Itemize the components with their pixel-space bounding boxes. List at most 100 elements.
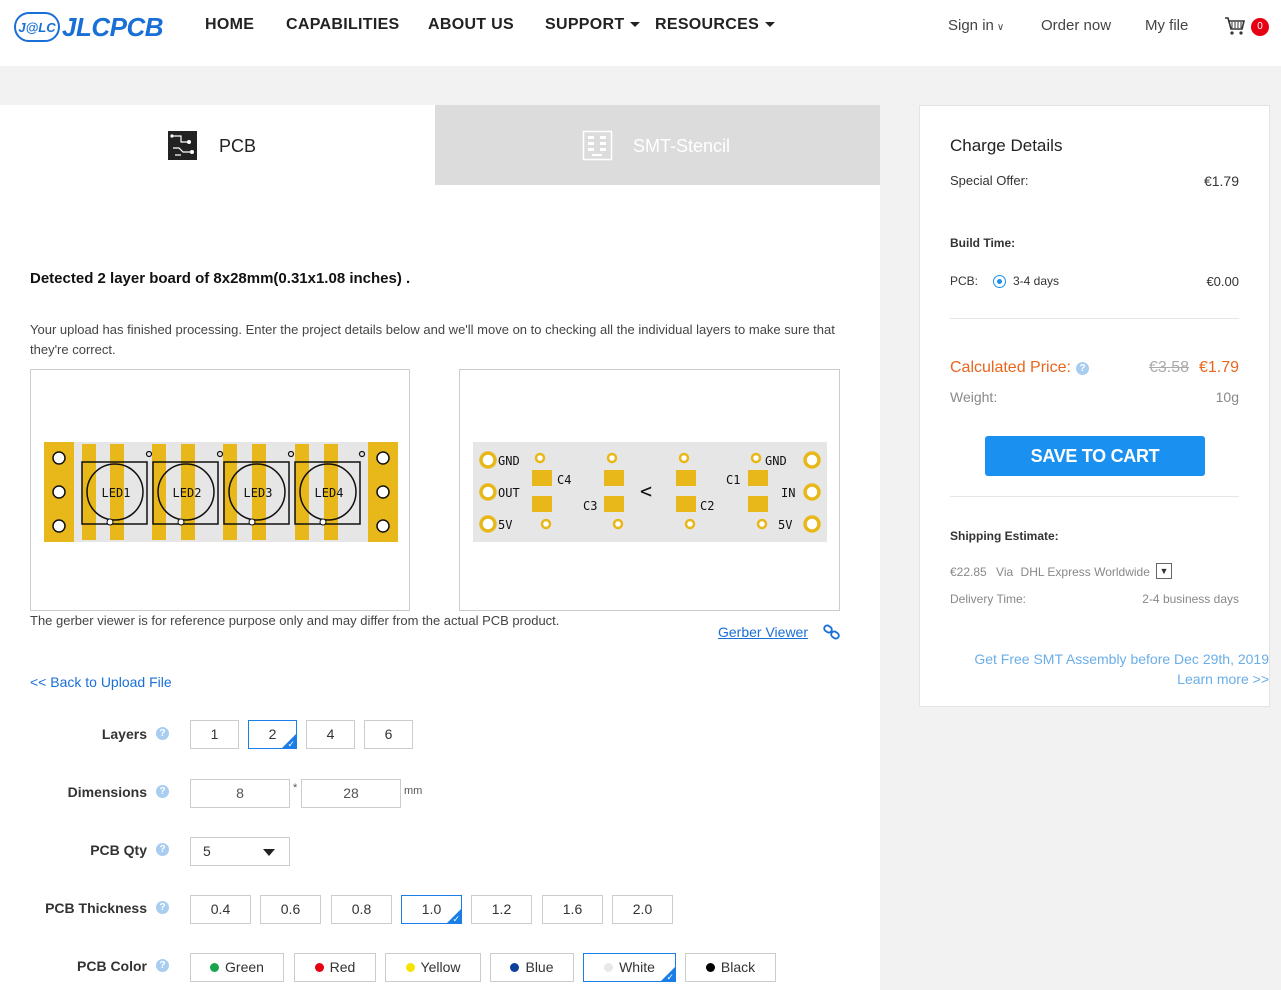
thickness-option-0.8[interactable]: 0.8 (331, 895, 392, 924)
shipping-price: €22.85 (950, 565, 987, 579)
nav-about-us[interactable]: ABOUT US (428, 16, 514, 34)
black-swatch-icon (705, 963, 715, 972)
color-option-label: Red (329, 959, 356, 975)
caret-down-icon (263, 849, 275, 856)
shopping-cart-icon[interactable] (1224, 16, 1246, 36)
help-icon[interactable]: ? (156, 901, 169, 914)
width-input[interactable]: 8 (190, 779, 290, 808)
thickness-option-1.2[interactable]: 1.2 (471, 895, 532, 924)
charge-details-title: Charge Details (950, 136, 1063, 155)
upload-message: Your upload has finished processing. Ent… (30, 322, 835, 357)
chevron-down-icon: ∨ (996, 22, 1005, 33)
shipping-via: Via (996, 565, 1014, 579)
thickness-option-2.0[interactable]: 2.0 (612, 895, 673, 924)
help-icon[interactable]: ? (156, 727, 169, 740)
new-price: €1.79 (1198, 359, 1239, 376)
layers-option-2[interactable]: 2 (248, 720, 297, 751)
unit-label: mm (404, 785, 423, 797)
shipping-estimate-label: Shipping Estimate: (950, 529, 1059, 543)
thickness-label: PCB Thickness (45, 900, 147, 916)
tab-pcb[interactable]: PCB (0, 105, 435, 185)
color-option-yellow[interactable]: Yellow (385, 953, 481, 982)
help-icon[interactable]: ? (156, 959, 169, 972)
qty-value: 5 (203, 843, 211, 859)
height-input[interactable]: 28 (301, 779, 401, 808)
gnd-right-label: GND (765, 454, 787, 468)
gerber-bottom-view[interactable]: GND OUT 5V C4 C3 < C1 C2 GND IN 5V (459, 369, 840, 611)
layers-option-1[interactable]: 1 (190, 720, 239, 749)
tab-pcb-label: PCB (219, 136, 257, 156)
save-to-cart-button[interactable]: SAVE TO CART (985, 436, 1205, 476)
color-option-label: White (619, 959, 655, 975)
nav-capabilities[interactable]: CAPABILITIES (286, 16, 400, 34)
out-label: OUT (498, 486, 520, 500)
logo-badge: J@LC (14, 12, 60, 42)
delivery-row: Delivery Time: 2-4 business days (950, 592, 1239, 606)
delivery-value: 2-4 business days (1142, 592, 1239, 606)
pcb-icon (168, 131, 197, 160)
weight-value: 10g (1215, 389, 1239, 405)
shipping-row: €22.85 Via DHL Express Worldwide ▼ (950, 563, 1239, 579)
order-now-link[interactable]: Order now (1041, 17, 1111, 34)
c3-label: C3 (583, 499, 597, 513)
gerber-viewer-link[interactable]: Gerber Viewer (718, 624, 808, 640)
thickness-option-0.6[interactable]: 0.6 (260, 895, 321, 924)
gerber-top-view[interactable]: LED1 LED2 LED3 LED4 (30, 369, 410, 611)
color-option-green[interactable]: Green (190, 953, 284, 982)
charge-details-panel: Charge Details Special Offer: €1.79 Buil… (919, 105, 1270, 707)
led4-label: LED4 (315, 486, 344, 500)
dimensions-label: Dimensions (67, 784, 147, 800)
special-offer-row: Special Offer: €1.79 (950, 173, 1239, 189)
direction-arrow-label: < (640, 479, 652, 503)
color-option-label: Black (720, 959, 756, 975)
thickness-option-1.6[interactable]: 1.6 (542, 895, 603, 924)
nav-support[interactable]: SUPPORT (545, 16, 641, 34)
old-price: €3.58 (1148, 359, 1189, 376)
c4-label: C4 (557, 473, 571, 487)
my-file-link[interactable]: My file (1145, 17, 1188, 34)
pcb-bottom-render: GND OUT 5V C4 C3 < C1 C2 GND IN 5V (473, 442, 827, 542)
color-option-red[interactable]: Red (294, 953, 376, 982)
stencil-icon (582, 130, 613, 161)
cart-count-badge: 0 (1251, 18, 1269, 36)
color-option-label: Yellow (420, 959, 461, 975)
build-time-label: Build Time: (950, 236, 1016, 250)
white-swatch-icon (604, 963, 614, 972)
thickness-option-0.4[interactable]: 0.4 (190, 895, 251, 924)
gerber-disclaimer: The gerber viewer is for reference purpo… (30, 613, 560, 628)
color-option-black[interactable]: Black (685, 953, 776, 982)
red-swatch-icon (314, 963, 324, 972)
order-panel: PCB SMT-Stencil Detected 2 layer board o… (0, 105, 880, 990)
layers-option-6[interactable]: 6 (364, 720, 413, 749)
back-to-upload-link[interactable]: << Back to Upload File (30, 674, 172, 690)
learn-more-link[interactable]: Learn more >> (1177, 671, 1269, 687)
led2-label: LED2 (173, 486, 202, 500)
nav-resources[interactable]: RESOURCES (655, 16, 776, 34)
color-option-label: Green (225, 959, 264, 975)
tab-smt-stencil[interactable]: SMT-Stencil (435, 105, 880, 185)
detected-board-heading: Detected 2 layer board of 8x28mm(0.31x1.… (30, 270, 411, 287)
calculated-price-label: Calculated Price: (950, 359, 1071, 376)
shipping-carrier: DHL Express Worldwide (1020, 565, 1150, 579)
thickness-option-1.0[interactable]: 1.0 (401, 895, 462, 926)
dimension-separator: * (293, 782, 298, 794)
color-option-blue[interactable]: Blue (490, 953, 574, 982)
smt-promo-link[interactable]: Get Free SMT Assembly before Dec 29th, 2… (974, 651, 1269, 667)
link-icon[interactable] (823, 624, 841, 640)
help-icon[interactable]: ? (156, 843, 169, 856)
color-option-white[interactable]: White (583, 953, 676, 984)
special-offer-label: Special Offer: (950, 173, 1029, 188)
sign-in-link[interactable]: Sign in ∨ (948, 17, 1004, 34)
radio-button-icon[interactable] (993, 275, 1006, 288)
layers-option-4[interactable]: 4 (306, 720, 355, 749)
calculated-price-row: Calculated Price: ? €3.58 €1.79 (950, 359, 1239, 377)
gnd-left-label: GND (498, 454, 520, 468)
color-option-label: Blue (525, 959, 554, 975)
dropdown-icon[interactable]: ▼ (1156, 563, 1172, 579)
yellow-swatch-icon (405, 963, 415, 972)
jlcpcb-logo[interactable]: J@LC JLCPCB (14, 10, 164, 44)
nav-home[interactable]: HOME (205, 16, 254, 34)
help-icon[interactable]: ? (156, 785, 169, 798)
qty-select[interactable]: 5 (190, 837, 290, 866)
help-icon[interactable]: ? (1076, 362, 1089, 375)
